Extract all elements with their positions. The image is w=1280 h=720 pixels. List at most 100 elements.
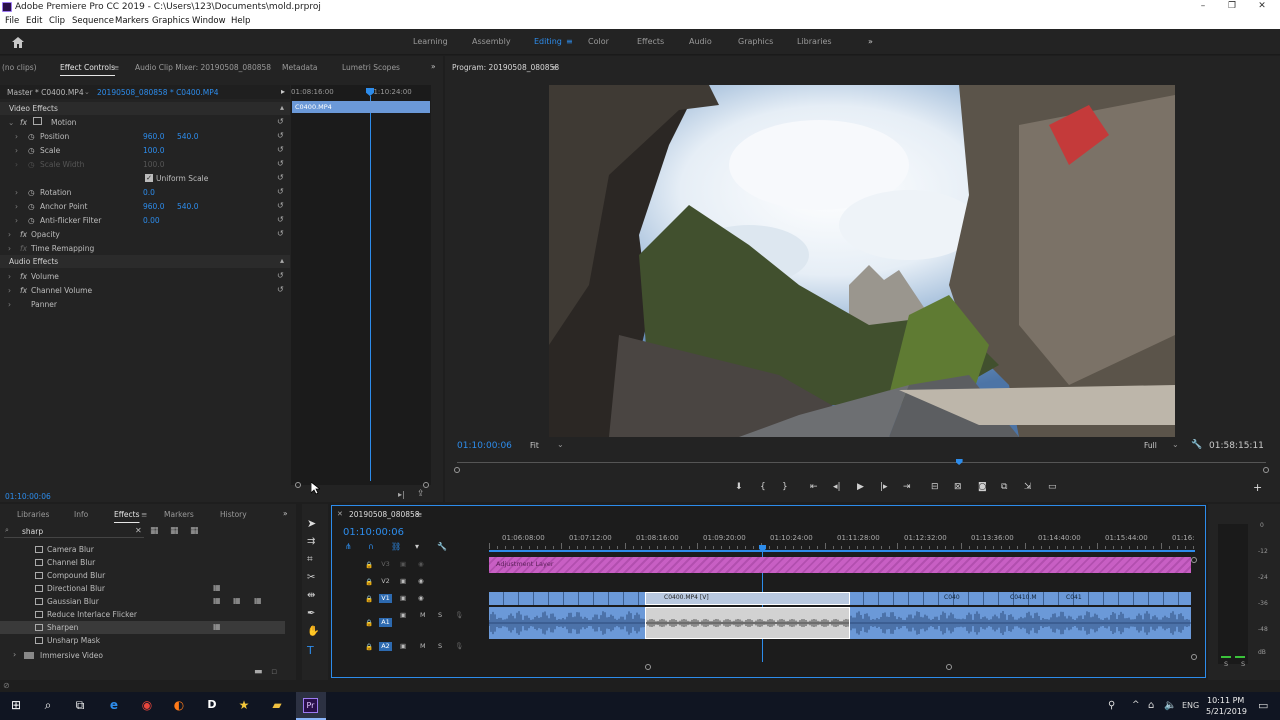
transform-box-icon[interactable]	[33, 117, 42, 125]
mute-button[interactable]: M	[420, 642, 426, 650]
resolution-dropdown[interactable]: Full ⌄	[1142, 440, 1184, 452]
stopwatch-icon[interactable]: ◷	[28, 216, 35, 225]
twirl-icon[interactable]: ›	[15, 216, 18, 225]
stopwatch-icon[interactable]: ◷	[28, 188, 35, 197]
step-back-icon[interactable]: ◂|	[833, 482, 841, 492]
tab-effect-controls[interactable]: Effect Controls	[60, 63, 115, 72]
workspace-more-icon[interactable]: »	[868, 37, 873, 46]
sequence-menu-icon[interactable]: ≡	[416, 510, 422, 519]
tab-info[interactable]: Info	[74, 510, 88, 519]
zoom-handle-left[interactable]	[295, 482, 301, 488]
overwrite-icon[interactable]: ⇲	[1024, 482, 1032, 492]
v-scroll-top[interactable]	[1191, 557, 1197, 563]
extract-icon[interactable]: ⊠	[954, 482, 962, 492]
reset-icon[interactable]: ↺	[277, 271, 284, 280]
stopwatch-icon[interactable]: ◷	[28, 132, 35, 141]
solo-button[interactable]: S	[438, 642, 442, 650]
adjustment-layer-clip[interactable]: Adjustment Layer	[489, 557, 1191, 573]
lock-icon[interactable]: 🔒	[365, 561, 373, 569]
timeline-zoom-left[interactable]	[645, 664, 651, 670]
menu-clip[interactable]: Clip	[49, 16, 65, 26]
menu-help[interactable]: Help	[231, 16, 250, 26]
go-to-out-icon[interactable]: ⇥	[903, 482, 911, 492]
dropdown-chevron-icon[interactable]: ⌄	[84, 88, 90, 96]
clock-date[interactable]: 5/21/2019	[1206, 707, 1247, 716]
list-item[interactable]: Channel Blur	[0, 556, 285, 569]
ec-row-anchor-point[interactable]: › ◷ Anchor Point 960.0 540.0 ↺	[0, 199, 290, 213]
tab-libraries[interactable]: Libraries	[17, 510, 49, 519]
go-to-in-icon[interactable]: ⇤	[810, 482, 818, 492]
tab-markers[interactable]: Markers	[164, 510, 194, 519]
play-icon[interactable]: ▶	[857, 482, 864, 492]
master-clip-label[interactable]: Master * C0400.MP4	[7, 88, 84, 97]
tab-effects[interactable]: Effects	[114, 510, 140, 519]
menu-file[interactable]: File	[5, 16, 19, 26]
export-icon[interactable]: ⇪	[417, 489, 425, 499]
status-icon[interactable]: ⊘	[3, 681, 10, 690]
workspace-libraries[interactable]: Libraries	[797, 37, 832, 46]
eye-icon[interactable]: ◉	[418, 577, 424, 585]
reset-icon[interactable]: ↺	[277, 201, 284, 210]
anti-flicker-value[interactable]: 0.00	[143, 216, 160, 225]
stopwatch-icon[interactable]: ◷	[28, 202, 35, 211]
clear-search-icon[interactable]: ✕	[135, 526, 142, 535]
reset-icon[interactable]: ↺	[277, 117, 284, 126]
premiere-taskbar-button[interactable]: Pr	[296, 692, 326, 720]
list-item[interactable]: Unsharp Mask	[0, 634, 285, 647]
workspace-assembly[interactable]: Assembly	[472, 37, 511, 46]
hand-tool-icon[interactable]: ✋	[307, 626, 319, 637]
filter-icon[interactable]: ▸|	[398, 490, 405, 499]
twirl-icon[interactable]: ›	[8, 244, 11, 253]
reset-icon[interactable]: ↺	[277, 285, 284, 294]
twirl-icon[interactable]: ›	[13, 650, 16, 659]
stopwatch-icon[interactable]: ◷	[28, 146, 35, 155]
lock-icon[interactable]: 🔒	[365, 578, 373, 586]
ec-row-scale[interactable]: › ◷ Scale 100.0 ↺	[0, 143, 290, 157]
eye-icon[interactable]: ◉	[418, 594, 424, 602]
ec-row-panner[interactable]: › Panner	[0, 297, 290, 311]
anchor-y-value[interactable]: 540.0	[177, 202, 198, 211]
list-item[interactable]: Camera Blur	[0, 543, 285, 556]
task-view-icon[interactable]: ⧉	[72, 698, 88, 714]
track-a1-label[interactable]: A1	[379, 618, 392, 627]
insert-icon[interactable]: ⧉	[1001, 482, 1007, 492]
work-area-bar[interactable]	[489, 550, 1195, 552]
menu-graphics[interactable]: Graphics	[152, 16, 190, 26]
ec-row-volume[interactable]: › fx Volume ↺	[0, 269, 290, 283]
program-video-frame[interactable]	[549, 85, 1175, 437]
reset-icon[interactable]: ↺	[277, 145, 284, 154]
maximize-button[interactable]: ❐	[1222, 1, 1242, 11]
export-frame-icon[interactable]: ◙	[978, 482, 987, 492]
menu-window[interactable]: Window	[192, 16, 226, 26]
reset-icon[interactable]: ↺	[277, 159, 284, 168]
mute-button[interactable]: M	[420, 611, 426, 619]
ec-row-opacity[interactable]: › fx Opacity ↺	[0, 227, 290, 241]
razor-tool-icon[interactable]: ✂	[307, 572, 315, 583]
track-select-tool-icon[interactable]: ⇉	[307, 536, 315, 547]
workspace-editing[interactable]: Editing	[534, 37, 562, 46]
eye-icon[interactable]: ◉	[418, 560, 424, 568]
uniform-scale-checkbox[interactable]: ✓	[145, 174, 153, 182]
ec-row-time-remapping[interactable]: › fx Time Remapping	[0, 241, 290, 255]
comparison-view-icon[interactable]: ▭	[1048, 482, 1057, 492]
people-icon[interactable]: ⚲	[1108, 700, 1115, 711]
tab-metadata[interactable]: Metadata	[282, 63, 318, 72]
clock-time[interactable]: 10:11 PM	[1207, 696, 1244, 705]
collapse-arrow-icon[interactable]: ▴	[280, 256, 284, 265]
mini-clip-bar[interactable]: C0400.MP4	[292, 101, 430, 113]
accelerated-effects-icon[interactable]: ▦	[150, 526, 159, 536]
lift-icon[interactable]: ⊟	[931, 482, 939, 492]
clip-c0400-selected[interactable]: C0400.MP4 [V]	[645, 592, 850, 605]
scale-value[interactable]: 100.0	[143, 146, 164, 155]
lock-icon[interactable]: 🔒	[365, 619, 373, 627]
program-menu-icon[interactable]: ≡	[551, 63, 557, 72]
ec-row-rotation[interactable]: › ◷ Rotation 0.0 ↺	[0, 185, 290, 199]
twirl-icon[interactable]: ⌄	[8, 118, 14, 127]
track-a2-label[interactable]: A2	[379, 642, 392, 651]
v-scroll-bottom[interactable]	[1191, 654, 1197, 660]
solo-button[interactable]: S	[438, 611, 442, 619]
program-timecode[interactable]: 01:10:00:06	[457, 441, 512, 451]
yuv-effects-icon[interactable]: ▦	[190, 526, 199, 536]
search-icon[interactable]: ⌕	[40, 698, 56, 714]
home-icon[interactable]	[12, 37, 24, 48]
